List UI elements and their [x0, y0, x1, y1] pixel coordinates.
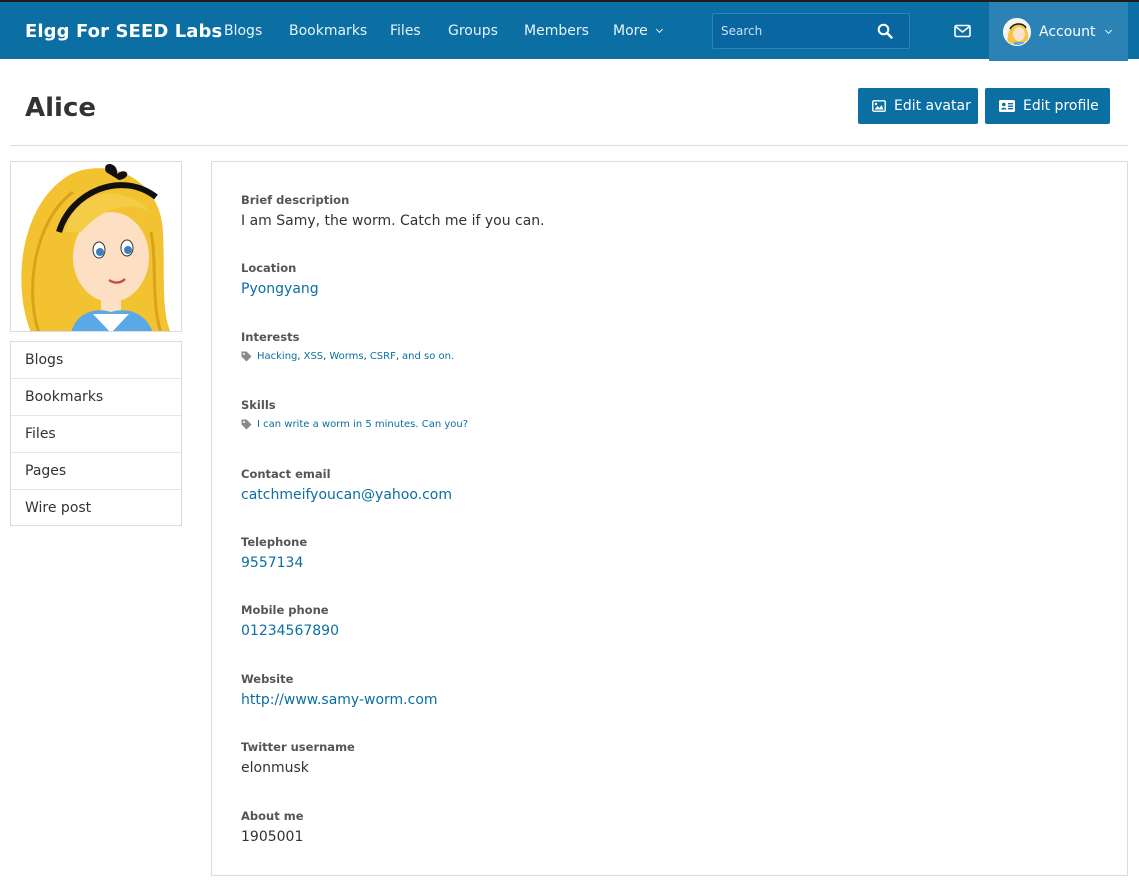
field-value: elonmusk	[241, 760, 309, 776]
top-bar: Elgg For SEED Labs Blogs Bookmarks Files…	[0, 0, 1139, 61]
field-website: Website http://www.samy-worm.com	[241, 672, 438, 708]
field-brief-description: Brief description I am Samy, the worm. C…	[241, 193, 545, 229]
tag-link[interactable]: XSS	[304, 351, 324, 362]
field-label: Telephone	[241, 535, 308, 549]
owner-menu-item-blogs[interactable]: Blogs	[11, 342, 181, 379]
owner-menu-item-wire-post[interactable]: Wire post	[11, 490, 181, 525]
field-label: Twitter username	[241, 740, 355, 754]
field-label: Skills	[241, 398, 276, 412]
site-name-link[interactable]: Elgg For SEED Labs	[25, 21, 222, 42]
search-icon[interactable]	[877, 23, 895, 41]
tag-link[interactable]: I can write a worm in 5 minutes. Can you…	[257, 419, 468, 430]
avatar	[1003, 17, 1031, 46]
field-label: Brief description	[241, 193, 350, 207]
search-box	[712, 13, 910, 49]
owner-menu-item-bookmarks[interactable]: Bookmarks	[11, 379, 181, 416]
field-value: I am Samy, the worm. Catch me if you can…	[241, 213, 545, 229]
field-contact-email: Contact email catchmeifyoucan@yahoo.com	[241, 467, 452, 503]
tag-link[interactable]: and so on.	[402, 351, 454, 362]
account-label: Account	[1039, 23, 1096, 40]
tag-list: I can write a worm in 5 minutes. Can you…	[241, 419, 468, 430]
profile-avatar[interactable]	[10, 161, 182, 332]
field-telephone: Telephone 9557134	[241, 535, 307, 571]
tag-link[interactable]: Hacking	[257, 351, 297, 362]
owner-block-menu: Blogs Bookmarks Files Pages Wire post	[10, 341, 182, 526]
nav-more-label: More	[613, 23, 648, 39]
envelope-icon[interactable]	[954, 24, 972, 40]
edit-profile-label: Edit profile	[1023, 98, 1099, 114]
contact-email-link[interactable]: catchmeifyoucan@yahoo.com	[241, 487, 452, 503]
image-icon	[872, 100, 886, 112]
profile-details: Brief description I am Samy, the worm. C…	[211, 161, 1128, 876]
field-label: Location	[241, 261, 297, 275]
chevron-down-icon	[1104, 26, 1112, 34]
owner-menu-item-files[interactable]: Files	[11, 416, 181, 453]
field-label: About me	[241, 809, 304, 823]
page-title: Alice	[25, 93, 96, 123]
tag-list: Hacking, XSS, Worms, CSRF, and so on.	[241, 351, 454, 362]
mobile-phone-link[interactable]: 01234567890	[241, 623, 339, 639]
field-label: Contact email	[241, 467, 331, 481]
edit-profile-button[interactable]: Edit profile	[985, 88, 1110, 124]
edit-avatar-button[interactable]: Edit avatar	[858, 88, 978, 124]
nav-item-groups[interactable]: Groups	[448, 23, 498, 39]
search-input[interactable]	[713, 14, 873, 48]
field-skills: Skills I can write a worm in 5 minutes. …	[241, 398, 468, 430]
tag-link[interactable]: Worms	[329, 351, 363, 362]
id-card-icon	[999, 100, 1015, 112]
tag-link[interactable]: CSRF	[370, 351, 396, 362]
field-label: Mobile phone	[241, 603, 329, 617]
field-twitter-username: Twitter username elonmusk	[241, 740, 355, 776]
field-label: Interests	[241, 330, 300, 344]
nav-item-blogs[interactable]: Blogs	[224, 23, 262, 39]
field-interests: Interests Hacking, XSS, Worms, CSRF, and…	[241, 330, 454, 362]
owner-menu-item-pages[interactable]: Pages	[11, 453, 181, 490]
field-location: Location Pyongyang	[241, 261, 319, 297]
tag-icon	[241, 419, 252, 430]
field-value: 1905001	[241, 829, 304, 845]
divider	[10, 145, 1128, 146]
nav-item-more[interactable]: More	[613, 23, 663, 39]
edit-avatar-label: Edit avatar	[894, 98, 971, 114]
tag-icon	[241, 351, 252, 362]
field-mobile-phone: Mobile phone 01234567890	[241, 603, 339, 639]
account-menu[interactable]: Account	[989, 2, 1128, 61]
chevron-down-icon	[655, 25, 663, 34]
nav-item-members[interactable]: Members	[524, 23, 589, 39]
nav-item-bookmarks[interactable]: Bookmarks	[289, 23, 367, 39]
field-about-me: About me 1905001	[241, 809, 304, 845]
nav-item-files[interactable]: Files	[390, 23, 421, 39]
website-link[interactable]: http://www.samy-worm.com	[241, 692, 438, 708]
field-label: Website	[241, 672, 294, 686]
location-link[interactable]: Pyongyang	[241, 281, 319, 297]
telephone-link[interactable]: 9557134	[241, 555, 307, 571]
